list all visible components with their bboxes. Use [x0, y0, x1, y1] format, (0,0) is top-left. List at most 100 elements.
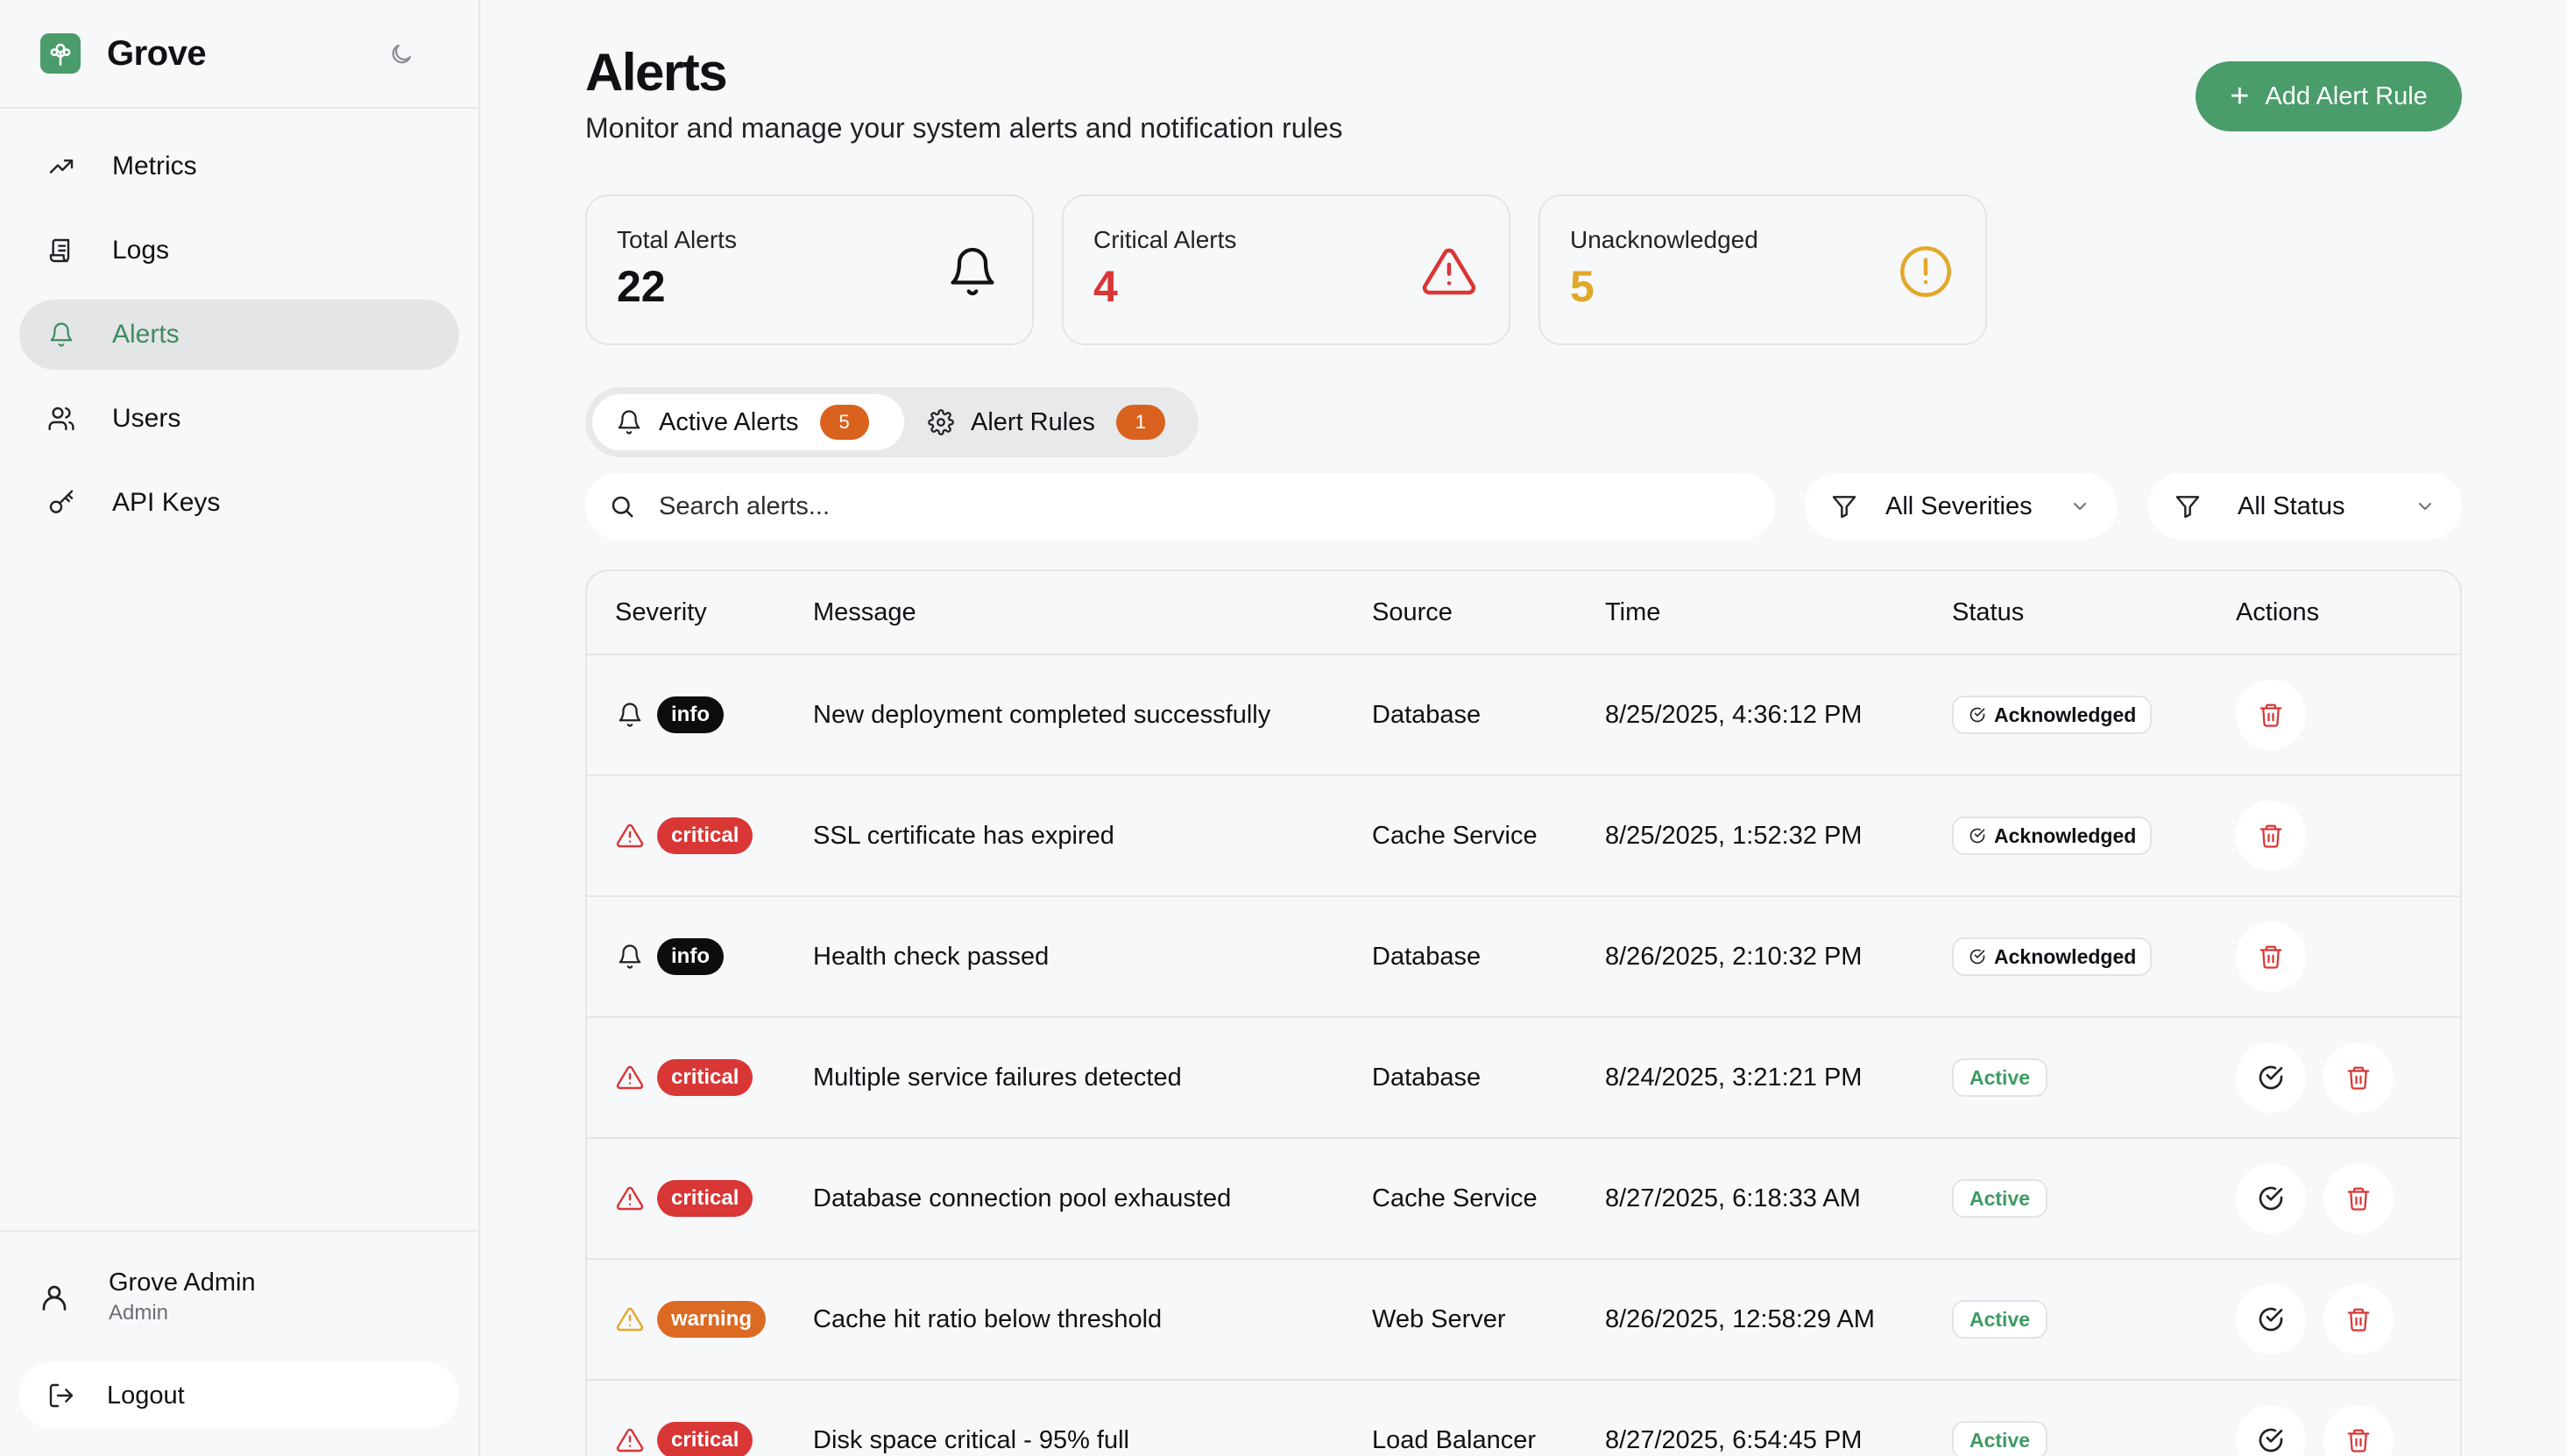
user-profile: Grove Admin Admin: [19, 1258, 459, 1336]
status-cell: Active: [1952, 1179, 2236, 1218]
message-cell: Cache hit ratio below threshold: [813, 1304, 1163, 1333]
app-name: Grove: [107, 33, 207, 73]
sidebar-item-users[interactable]: Users: [19, 384, 459, 454]
source-cell: Database: [1372, 942, 1482, 971]
delete-button[interactable]: [2323, 1284, 2394, 1354]
add-alert-rule-label: Add Alert Rule: [2265, 81, 2428, 110]
trash-icon: [2345, 1306, 2372, 1332]
column-header-source[interactable]: Source: [1372, 598, 1605, 627]
add-alert-rule-button[interactable]: + Add Alert Rule: [2196, 61, 2462, 131]
bell-icon: [943, 242, 1002, 301]
check-circle-icon: [2257, 1305, 2285, 1333]
acknowledge-button[interactable]: [2236, 1284, 2306, 1354]
source-cell: Cache Service: [1372, 821, 1538, 850]
filter-icon: [1829, 491, 1859, 521]
status-label: Acknowledged: [1994, 823, 2137, 847]
time-cell: 8/27/2025, 6:54:45 PM: [1605, 1425, 1863, 1454]
status-filter-value: All Status: [2238, 491, 2345, 520]
column-header-severity[interactable]: Severity: [587, 598, 813, 627]
sidebar-item-logs[interactable]: Logs: [19, 216, 459, 286]
status-filter-select[interactable]: All Status: [2148, 473, 2462, 540]
delete-button[interactable]: [2236, 922, 2306, 992]
chevron-down-icon: [2068, 494, 2092, 519]
severity-filter-select[interactable]: All Severities: [1805, 473, 2117, 540]
delete-button[interactable]: [2323, 1163, 2394, 1233]
status-badge: Active: [1952, 1300, 2048, 1339]
warning-triangle-icon: [615, 821, 645, 851]
sidebar-item-alerts[interactable]: Alerts: [19, 300, 459, 370]
sidebar: Grove Metrics Logs Alerts Users API Keys…: [0, 0, 480, 1456]
tab-label: Alert Rules: [971, 407, 1095, 436]
stat-card-total-alerts: Total Alerts 22: [585, 194, 1034, 345]
severity-cell: info: [587, 938, 813, 975]
delete-button[interactable]: [2236, 801, 2306, 871]
theme-toggle-moon-icon[interactable]: [385, 39, 417, 70]
bell-icon: [615, 700, 645, 730]
trash-icon: [2345, 1185, 2372, 1212]
trash-icon: [2258, 823, 2284, 849]
bell-icon: [615, 942, 645, 972]
table-row: warning Cache hit ratio below threshold We…: [587, 1260, 2460, 1381]
plus-icon: +: [2230, 78, 2250, 115]
tab-alert-rules[interactable]: Alert Rules 1: [904, 394, 1183, 450]
severity-badge: critical: [657, 1059, 753, 1096]
status-badge: Active: [1952, 1058, 2048, 1097]
time-cell: 8/25/2025, 1:52:32 PM: [1605, 821, 1863, 850]
warning-triangle-icon: [615, 1184, 645, 1213]
main-content: Alerts Monitor and manage your system al…: [585, 0, 2462, 1456]
message-cell: Disk space critical - 95% full: [813, 1425, 1129, 1454]
gear-icon: [927, 408, 955, 436]
table-row: info Health check passed Database 8/26/2025…: [587, 897, 2460, 1018]
check-circle-icon: [2257, 1184, 2285, 1212]
logout-button[interactable]: Logout: [19, 1362, 459, 1429]
severity-badge: info: [657, 696, 724, 733]
status-badge: Active: [1952, 1179, 2048, 1218]
delete-button[interactable]: [2323, 1043, 2394, 1113]
severity-cell: info: [587, 696, 813, 733]
table-row: critical Database connection pool exhaust…: [587, 1139, 2460, 1260]
acknowledge-button[interactable]: [2236, 1163, 2306, 1233]
users-icon: [46, 403, 77, 435]
tab-active-alerts[interactable]: Active Alerts 5: [592, 394, 904, 450]
tab-count-badge: 1: [1115, 405, 1165, 440]
severity-badge: warning: [657, 1301, 767, 1338]
logs-icon: [46, 235, 77, 266]
status-cell: Acknowledged: [1952, 937, 2236, 976]
check-circle-icon: [2257, 1064, 2285, 1092]
table-body: info New deployment completed successfull…: [587, 655, 2460, 1456]
severity-cell: critical: [587, 1059, 813, 1096]
alerts-table: Severity Message Source Time Status Acti…: [585, 569, 2462, 1456]
time-cell: 8/25/2025, 4:36:12 PM: [1605, 700, 1863, 729]
actions-cell: [2236, 1043, 2460, 1113]
page-subtitle: Monitor and manage your system alerts an…: [585, 112, 1343, 144]
column-header-time[interactable]: Time: [1605, 598, 1952, 627]
status-badge: Acknowledged: [1952, 937, 2153, 976]
acknowledge-button[interactable]: [2236, 1043, 2306, 1113]
sidebar-item-api-keys[interactable]: API Keys: [19, 468, 459, 538]
table-row: critical Multiple service failures detect…: [587, 1018, 2460, 1139]
user-name: Grove Admin: [109, 1269, 256, 1297]
check-circle-icon: [1968, 705, 1987, 724]
column-header-message[interactable]: Message: [813, 598, 1372, 627]
sidebar-item-metrics[interactable]: Metrics: [19, 131, 459, 201]
delete-button[interactable]: [2236, 680, 2306, 750]
actions-cell: [2236, 1284, 2460, 1354]
actions-cell: [2236, 680, 2460, 750]
user-icon: [37, 1280, 72, 1315]
acknowledge-button[interactable]: [2236, 1405, 2306, 1456]
status-label: Active: [1969, 1065, 2031, 1089]
message-cell: Database connection pool exhausted: [813, 1184, 1232, 1212]
table-row: info New deployment completed successfull…: [587, 655, 2460, 776]
source-cell: Database: [1372, 700, 1482, 729]
sidebar-footer: Grove Admin Admin Logout: [0, 1230, 478, 1456]
actions-cell: [2236, 1405, 2460, 1456]
search-input[interactable]: [659, 491, 1752, 521]
column-header-status[interactable]: Status: [1952, 598, 2236, 627]
severity-badge: critical: [657, 817, 753, 854]
check-circle-icon: [1968, 947, 1987, 966]
chevron-down-icon: [2413, 494, 2437, 519]
status-label: Acknowledged: [1994, 703, 2137, 726]
trash-icon: [2258, 944, 2284, 970]
delete-button[interactable]: [2323, 1405, 2394, 1456]
source-cell: Database: [1372, 1063, 1482, 1092]
